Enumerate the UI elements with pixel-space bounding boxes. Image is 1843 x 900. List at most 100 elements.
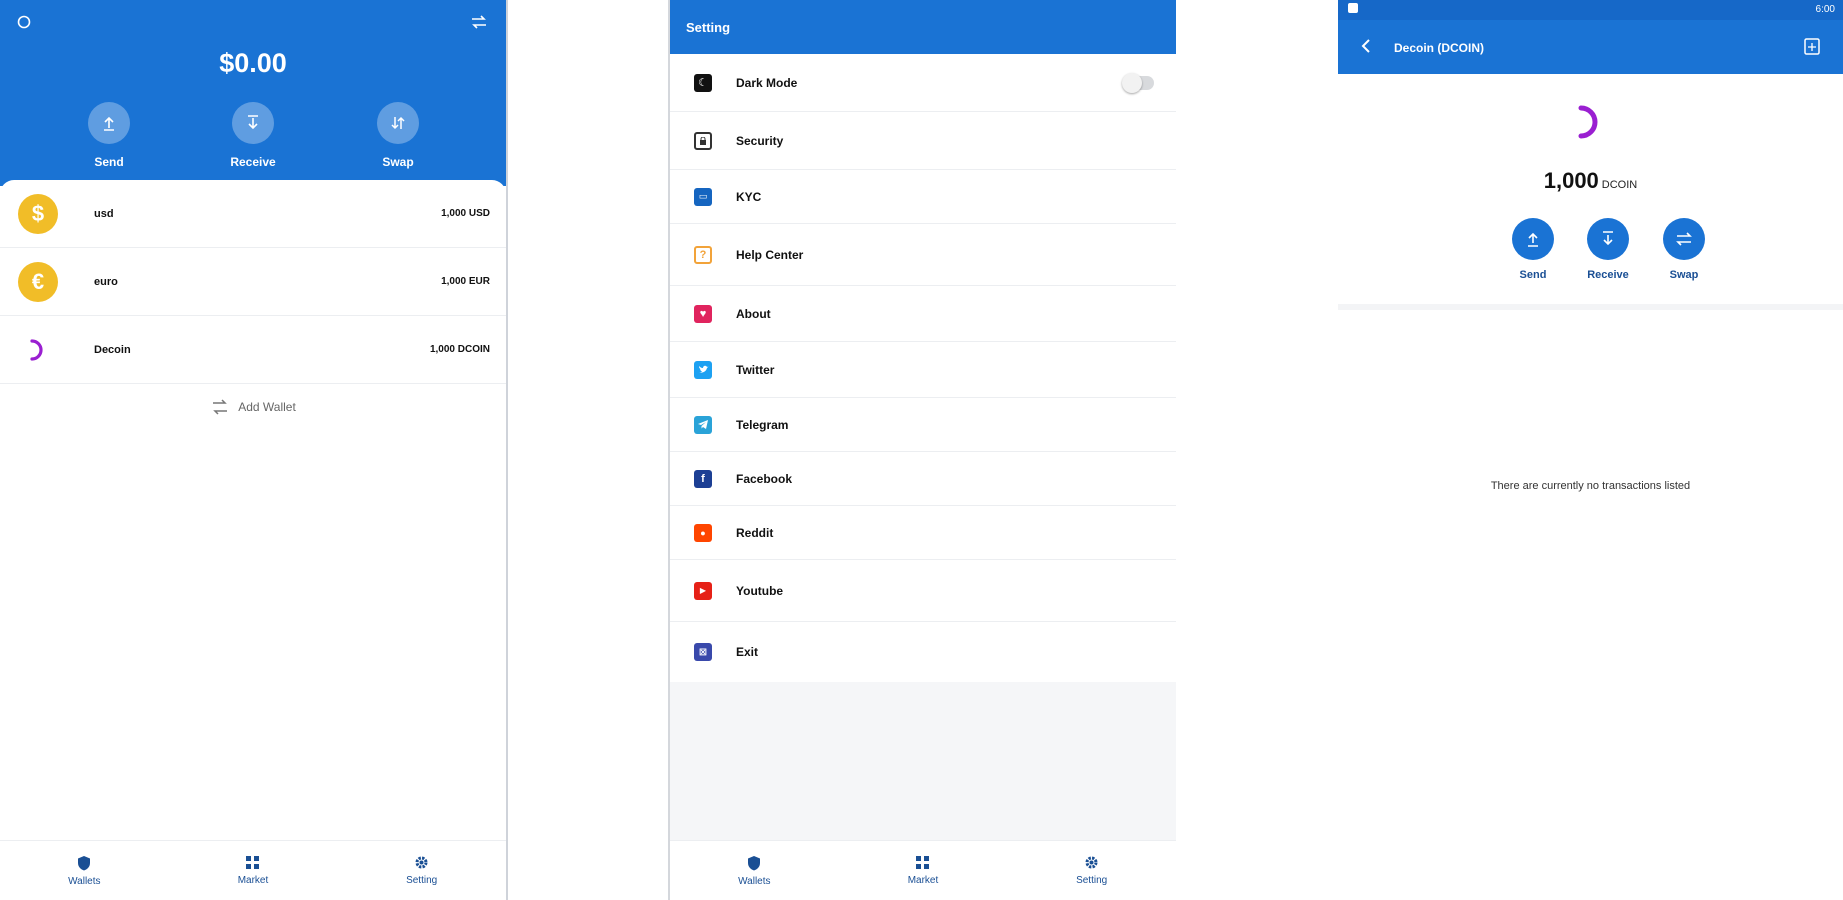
nav-label: Wallets [68,875,101,887]
send-icon [88,102,130,144]
exit-icon: ⊠ [694,643,712,661]
swap-label: Swap [382,155,414,169]
grid-icon [916,856,930,869]
send-button[interactable]: Send [1493,218,1573,281]
wallet-amount: 1,000 USD [441,208,490,219]
setting-item-youtube[interactable]: ▶ Youtube [670,560,1176,622]
heart-icon: ♥ [694,304,712,323]
receive-button[interactable]: Receive [213,102,293,169]
swap-button[interactable]: Swap [358,102,438,169]
refresh-icon[interactable] [16,14,40,38]
euro-coin-icon: € [18,261,58,302]
coin-balance: 1,000 DCOIN [1338,168,1843,194]
setting-label: Exit [736,645,759,659]
nav-label: Wallets [738,875,771,887]
setting-empty-area [670,682,1176,840]
status-bar: 6:00 [1338,0,1843,20]
facebook-icon: f [694,469,712,488]
decoin-logo-icon [18,330,58,370]
wallet-name: euro [94,275,118,288]
nav-market[interactable]: Market [198,855,308,886]
setting-item-telegram[interactable]: Telegram [670,398,1176,452]
copy-address-icon[interactable] [1803,36,1821,61]
screenshot-stage: $0.00 Send Receive Swap $ usd 1,000 USD … [0,0,1843,900]
add-wallet-button[interactable]: Add Wallet [0,398,506,416]
decoin-logo-icon [1572,102,1608,147]
receive-icon [1587,218,1629,260]
setting-item-dark-mode[interactable]: ☾ Dark Mode [670,54,1176,112]
wallet-name: usd [94,207,114,220]
receive-label: Receive [1587,269,1629,281]
setting-label: About [736,306,771,321]
shield-icon [78,855,91,870]
send-label: Send [94,155,124,169]
setting-item-reddit[interactable]: ● Reddit [670,506,1176,560]
receive-button[interactable]: Receive [1568,218,1648,281]
add-wallet-icon [213,399,228,415]
coin-app-bar: Decoin (DCOIN) [1338,20,1843,74]
setting-label: Dark Mode [736,75,798,90]
setting-screen: Setting ☾ Dark Mode Security ▭ KYC ? Hel… [668,0,1176,900]
setting-item-security[interactable]: Security [670,112,1176,170]
wallets-screen: $0.00 Send Receive Swap $ usd 1,000 USD … [0,0,508,900]
setting-label: Youtube [736,583,784,598]
swap-button[interactable]: Swap [1644,218,1724,281]
send-button[interactable]: Send [69,102,149,169]
shield-icon [748,855,761,870]
setting-item-exit[interactable]: ⊠ Exit [670,622,1176,682]
moon-icon: ☾ [694,73,712,92]
back-arrow-icon[interactable] [1360,38,1372,59]
transfer-icon[interactable] [470,14,494,38]
telegram-icon [694,415,712,434]
wallet-amount: 1,000 EUR [441,276,490,287]
bottom-nav: Wallets Market Setting [670,840,1176,900]
setting-label: Reddit [736,525,774,540]
gear-icon [415,856,428,869]
add-wallet-label: Add Wallet [238,400,296,414]
grid-icon [246,856,260,869]
wallet-name: Decoin [94,343,131,356]
swap-icon [1663,218,1705,260]
setting-label: Telegram [736,417,789,432]
empty-transactions-message: There are currently no transactions list… [1490,480,1691,492]
nav-label: Setting [406,875,438,886]
help-icon: ? [694,245,712,264]
status-time: 6:00 [1815,4,1835,15]
dark-mode-toggle[interactable] [1122,72,1154,93]
wallet-row-usd[interactable]: $ usd 1,000 USD [0,180,506,248]
reddit-icon: ● [694,523,712,542]
dollar-coin-icon: $ [18,193,58,234]
send-label: Send [1519,269,1547,281]
wallet-row-decoin[interactable]: Decoin 1,000 DCOIN [0,316,506,384]
swap-label: Swap [1669,269,1699,281]
setting-item-kyc[interactable]: ▭ KYC [670,170,1176,224]
setting-item-help-center[interactable]: ? Help Center [670,224,1176,286]
wallets-header: $0.00 Send Receive Swap [0,0,506,186]
section-divider [1338,304,1843,310]
notification-icon [1348,3,1358,13]
setting-item-about[interactable]: ♥ About [670,286,1176,342]
setting-label: Security [736,133,784,148]
nav-wallets[interactable]: Wallets [29,855,139,887]
nav-market[interactable]: Market [868,855,978,886]
setting-title: Setting [670,0,1176,54]
nav-label: Market [907,875,939,886]
coin-detail-screen: 6:00 Decoin (DCOIN) 1,000 DCOIN Send Rec… [1338,0,1843,900]
nav-setting[interactable]: Setting [1037,855,1147,886]
setting-label: Twitter [736,362,775,377]
id-card-icon: ▭ [694,187,712,206]
bottom-nav: Wallets Market Setting [0,840,506,900]
wallet-list: $ usd 1,000 USD € euro 1,000 EUR Decoin … [0,180,506,384]
nav-setting[interactable]: Setting [367,855,477,886]
coin-unit: DCOIN [1601,179,1638,191]
coin-title: Decoin (DCOIN) [1394,41,1484,55]
youtube-icon: ▶ [694,581,712,600]
setting-item-twitter[interactable]: Twitter [670,342,1176,398]
wallet-row-euro[interactable]: € euro 1,000 EUR [0,248,506,316]
setting-item-facebook[interactable]: f Facebook [670,452,1176,506]
setting-label: KYC [736,189,762,204]
setting-label: Facebook [736,471,793,486]
nav-wallets[interactable]: Wallets [699,855,809,887]
total-balance: $0.00 [219,48,287,78]
nav-label: Market [237,875,269,886]
